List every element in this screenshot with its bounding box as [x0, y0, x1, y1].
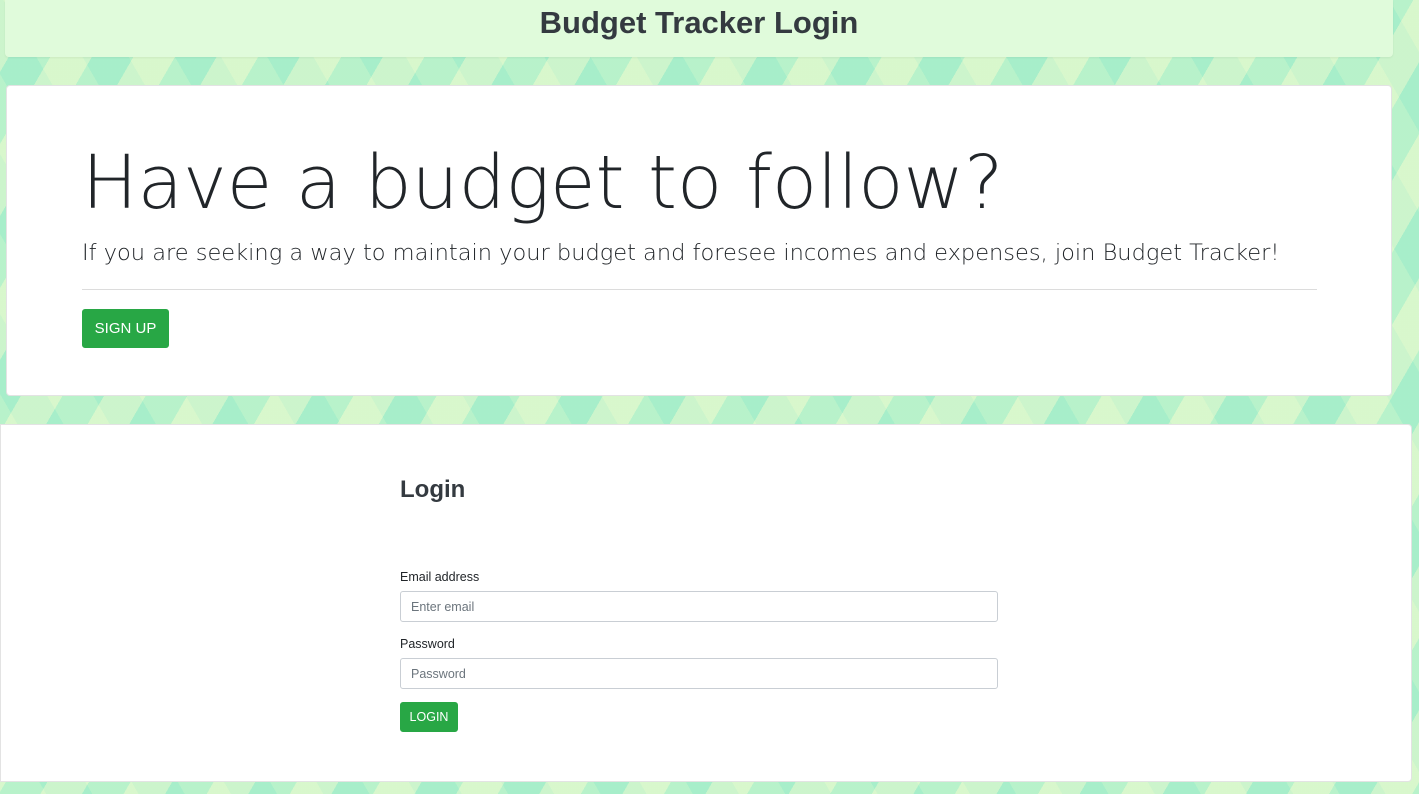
- hero-divider: [82, 289, 1317, 290]
- email-field[interactable]: [400, 591, 998, 622]
- hero-lead-text: If you are seeking a way to maintain you…: [82, 240, 1280, 266]
- login-button[interactable]: LOGIN: [400, 702, 458, 732]
- hero-jumbotron: Have a budget to follow? If you are seek…: [6, 85, 1392, 396]
- signup-button[interactable]: SIGN UP: [82, 309, 169, 348]
- page-title: Budget Tracker Login: [539, 5, 859, 40]
- email-label: Email address: [400, 570, 480, 584]
- login-heading: Login: [400, 476, 466, 503]
- header-bar: Budget Tracker Login: [5, 0, 1393, 57]
- password-label: Password: [400, 637, 455, 651]
- login-card: Login Email address Password LOGIN: [0, 424, 1412, 782]
- hero-heading: Have a budget to follow?: [82, 140, 1004, 226]
- password-field[interactable]: [400, 658, 998, 689]
